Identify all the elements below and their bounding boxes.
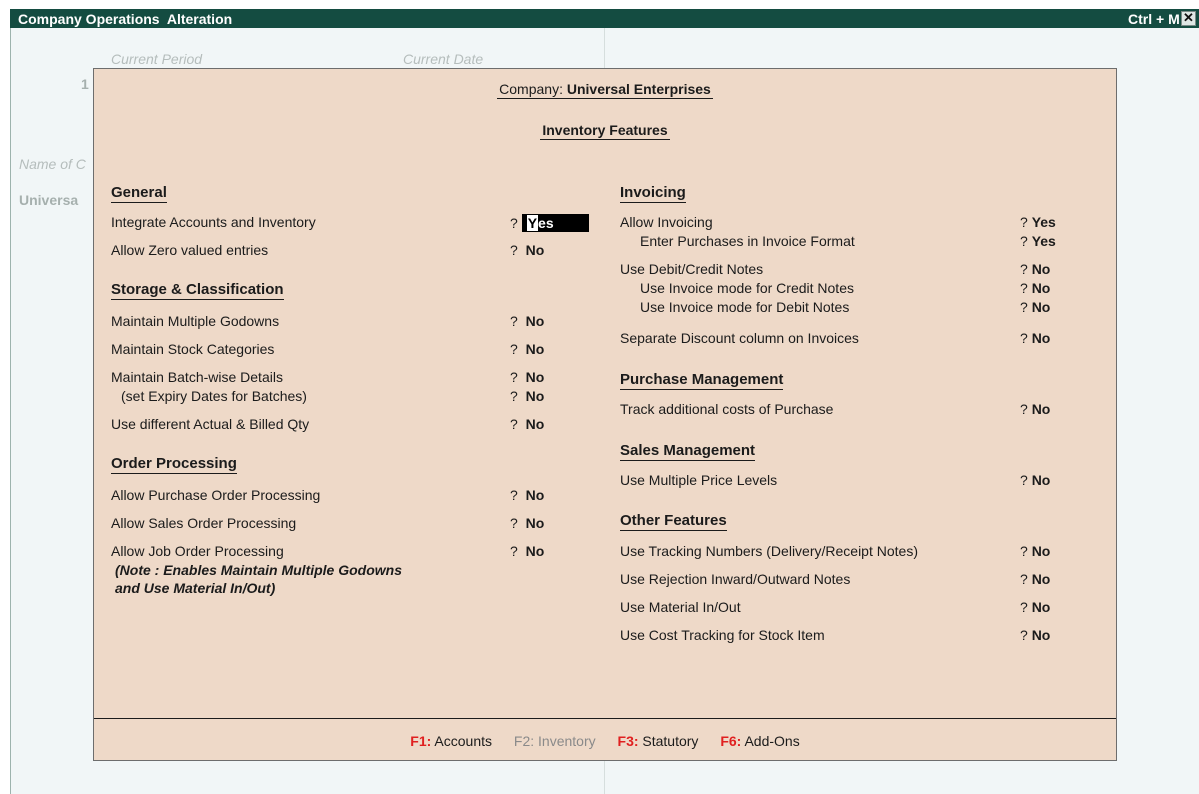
field-label: Allow Job Order Processing (111, 543, 284, 559)
company-fragment: Universa (19, 192, 79, 208)
field-value[interactable]: ? No (510, 369, 544, 385)
field-label: (set Expiry Dates for Batches) (121, 388, 307, 404)
company-header: Company: Universal Enterprises (94, 81, 1116, 99)
field-label: Allow Purchase Order Processing (111, 487, 321, 503)
section-storage: Storage & Classification (111, 281, 284, 300)
heading-line: Inventory Features (94, 122, 1116, 140)
field-value[interactable]: ? No (510, 313, 544, 329)
field-label: Use different Actual & Billed Qty (111, 416, 310, 432)
field-value[interactable]: ? Yes (1020, 214, 1056, 230)
field-label: Maintain Batch-wise Details (111, 369, 283, 385)
field-label: Use Cost Tracking for Stock Item (620, 627, 825, 643)
company-label: Company: (499, 81, 563, 97)
shortcut-label: Ctrl + M (1128, 11, 1180, 27)
field-value[interactable]: ? No (1020, 571, 1050, 587)
field-value[interactable]: ? No (1020, 280, 1050, 296)
field-label: Use Rejection Inward/Outward Notes (620, 571, 851, 587)
field-label: Allow Invoicing (620, 214, 713, 230)
field-value[interactable]: ? No (510, 487, 544, 503)
field-value[interactable]: ? No (1020, 299, 1050, 315)
section-other-features: Other Features (620, 512, 727, 531)
field-value[interactable]: ? No (510, 515, 544, 531)
field-label: Allow Zero valued entries (111, 242, 269, 258)
field-value[interactable]: ? No (510, 341, 544, 357)
field-value[interactable]: ? No (1020, 472, 1050, 488)
note-line: (Note : Enables Maintain Multiple Godown… (115, 562, 403, 578)
field-label: Enter Purchases in Invoice Format (640, 233, 855, 249)
note-line: and Use Material In/Out) (115, 580, 276, 596)
function-key-bar: F1: Accounts F2: Inventory F3: Statutory… (94, 718, 1116, 762)
field-value[interactable]: ? No (1020, 401, 1050, 417)
active-input: Yes (521, 214, 589, 232)
field-value[interactable]: ? No (510, 388, 544, 404)
f1-accounts-button[interactable]: F1: Accounts (410, 733, 492, 749)
field-label: Integrate Accounts and Inventory (111, 214, 316, 230)
field-value[interactable]: ? No (510, 543, 544, 559)
period-fragment: 1 (81, 76, 89, 92)
close-icon[interactable]: ✕ (1181, 11, 1196, 26)
field-value[interactable]: ? No (510, 416, 544, 432)
field-label: Use Debit/Credit Notes (620, 261, 764, 277)
f3-statutory-button[interactable]: F3: Statutory (618, 733, 699, 749)
field-label: Use Multiple Price Levels (620, 472, 778, 488)
field-label: Use Material In/Out (620, 599, 741, 615)
f2-inventory-button: F2: Inventory (513, 733, 596, 749)
field-label: Allow Sales Order Processing (111, 515, 297, 531)
field-value[interactable]: ? No (1020, 330, 1050, 346)
field-label: Separate Discount column on Invoices (620, 330, 859, 346)
title-bar: Company Operations Alteration Ctrl + M ✕ (0, 0, 1199, 28)
window-title: Company Operations Alteration (18, 11, 233, 27)
current-date-label: Current Date (403, 51, 484, 67)
field-label: Use Invoice mode for Credit Notes (640, 280, 854, 296)
field-value[interactable]: ? Yes (1020, 233, 1056, 249)
section-invoicing: Invoicing (620, 184, 686, 203)
field-label: Track additional costs of Purchase (620, 401, 834, 417)
field-value[interactable]: ? Yes (510, 214, 589, 232)
name-label-fragment: Name of C (19, 156, 86, 172)
field-label: Use Invoice mode for Debit Notes (640, 299, 850, 315)
field-value[interactable]: ? No (510, 242, 544, 258)
section-purchase-management: Purchase Management (620, 371, 784, 390)
company-name: Universal Enterprises (566, 81, 711, 97)
section-order-processing: Order Processing (111, 455, 237, 474)
section-general: General (111, 184, 167, 203)
field-value[interactable]: ? No (1020, 261, 1050, 277)
field-label: Maintain Multiple Godowns (111, 313, 280, 329)
current-period-label: Current Period (111, 51, 203, 67)
inventory-features-dialog: Company: Universal Enterprises Inventory… (93, 68, 1117, 761)
field-label: Maintain Stock Categories (111, 341, 275, 357)
field-value[interactable]: ? No (1020, 627, 1050, 643)
field-label: Use Tracking Numbers (Delivery/Receipt N… (620, 543, 918, 559)
section-sales-management: Sales Management (620, 442, 756, 461)
field-value[interactable]: ? No (1020, 543, 1050, 559)
f6-add-ons-button[interactable]: F6: Add-Ons (720, 733, 799, 749)
field-value[interactable]: ? No (1020, 599, 1050, 615)
page-title: Inventory Features (540, 122, 670, 140)
